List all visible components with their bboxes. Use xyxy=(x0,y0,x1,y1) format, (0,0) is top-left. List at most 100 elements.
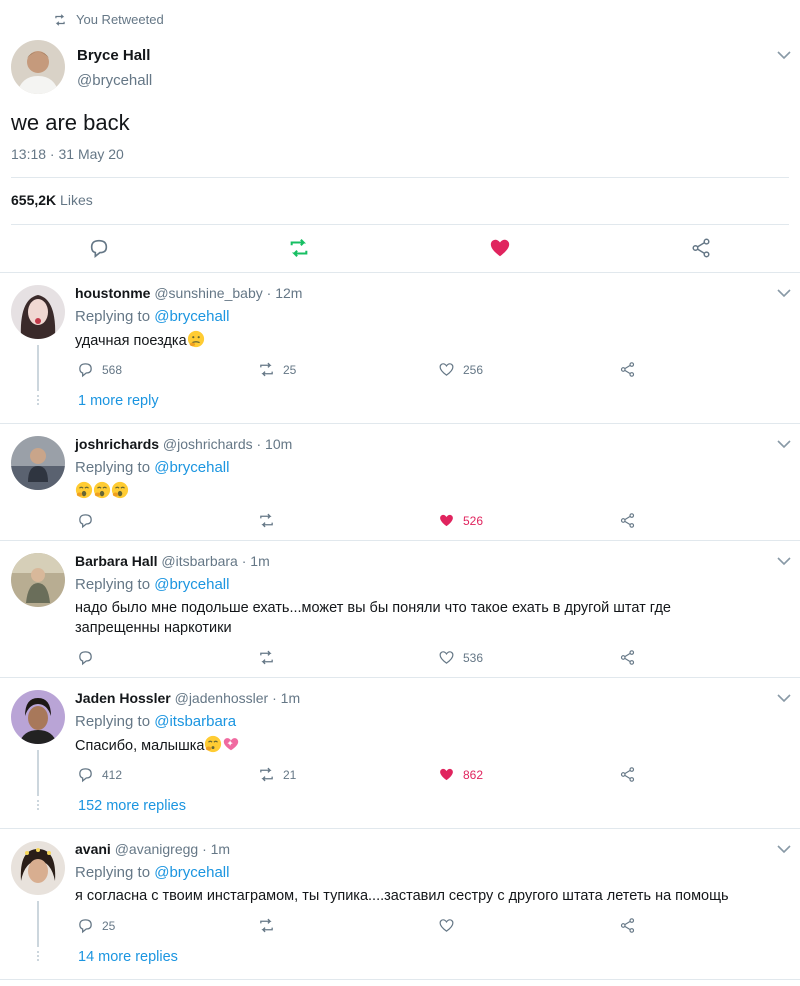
reply-text: надо было мне подольше ехать...может вы … xyxy=(75,600,671,636)
more-replies-link[interactable]: 1 more reply xyxy=(78,393,159,409)
share-icon[interactable] xyxy=(690,237,712,259)
reply-time: · 10m xyxy=(256,436,293,452)
mention-link[interactable]: @brycehall xyxy=(154,459,229,476)
replying-to-label: Replying to xyxy=(75,576,151,593)
mention-link[interactable]: @brycehall xyxy=(154,864,229,881)
reply-button[interactable] xyxy=(77,512,102,529)
retweet-button[interactable] xyxy=(258,512,283,529)
reply-button[interactable] xyxy=(77,649,102,666)
reply-author-handle[interactable]: @sunshine_baby xyxy=(154,285,262,301)
more-replies-link[interactable]: 14 more replies xyxy=(78,949,178,965)
reply-actions: 25 xyxy=(0,917,800,937)
like-button[interactable]: 862 xyxy=(438,766,483,783)
like-count: 862 xyxy=(463,767,484,782)
mention-link[interactable]: @brycehall xyxy=(154,308,229,325)
avatar[interactable] xyxy=(11,553,65,607)
retweet-count: 21 xyxy=(283,767,297,782)
heart-filled-icon xyxy=(440,768,453,781)
reply-header: Jaden Hossler @jadenhossler · 1m xyxy=(75,690,300,706)
like-button[interactable]: 536 xyxy=(438,649,483,666)
replying-to: Replying to @brycehall xyxy=(75,576,229,593)
heart-filled-icon[interactable] xyxy=(489,237,511,259)
reply-header: houstonme @sunshine_baby · 12m xyxy=(75,285,302,301)
reply-tweet[interactable]: Jaden Hossler @jadenhossler · 1m Replyin… xyxy=(0,678,800,829)
author-name[interactable]: Bryce Hall xyxy=(77,47,150,64)
avatar[interactable] xyxy=(11,841,65,895)
mention-link[interactable]: @itsbarbara xyxy=(154,713,236,730)
reply-button[interactable]: 25 xyxy=(77,917,115,934)
like-button[interactable]: 256 xyxy=(438,361,483,378)
reply-count: 412 xyxy=(102,767,123,782)
share-button[interactable] xyxy=(619,361,644,378)
share-button[interactable] xyxy=(619,766,644,783)
reply-button[interactable]: 412 xyxy=(77,766,122,783)
share-icon xyxy=(620,362,635,377)
reply-author-handle[interactable]: @avanigregg xyxy=(115,841,199,857)
avatar[interactable] xyxy=(11,285,65,339)
share-button[interactable] xyxy=(619,917,644,934)
reply-author-name[interactable]: avani xyxy=(75,841,111,857)
avatar[interactable] xyxy=(11,40,65,94)
chevron-down-icon[interactable] xyxy=(777,288,791,298)
share-button[interactable] xyxy=(619,649,644,666)
like-button[interactable]: 526 xyxy=(438,512,483,529)
yawning-face-emoji xyxy=(75,481,93,499)
main-tweet[interactable]: You Retweeted Bryce Hall @brycehall we a… xyxy=(0,0,800,272)
replying-to: Replying to @brycehall xyxy=(75,459,229,476)
avatar[interactable] xyxy=(11,690,65,744)
share-icon xyxy=(620,918,635,933)
replying-to: Replying to @itsbarbara xyxy=(75,713,236,730)
likes-label: Likes xyxy=(60,192,93,208)
thread-dots xyxy=(36,800,40,812)
reply-author-name[interactable]: Barbara Hall xyxy=(75,553,157,569)
retweet-icon xyxy=(55,13,65,26)
heart-icon xyxy=(439,363,454,376)
reply-icon[interactable] xyxy=(88,237,110,259)
kissing-face-emoji xyxy=(205,735,222,753)
reply-author-name[interactable]: houstonme xyxy=(75,285,150,301)
chevron-down-icon[interactable] xyxy=(777,439,791,449)
reply-tweet[interactable]: joshrichards @joshrichards · 10m Replyin… xyxy=(0,424,800,541)
replying-to-label: Replying to xyxy=(75,864,151,881)
yawning-face-emoji xyxy=(93,481,111,499)
more-replies-link[interactable]: 152 more replies xyxy=(78,798,186,814)
reply-author-handle[interactable]: @jadenhossler xyxy=(175,690,269,706)
reply-tweet[interactable]: avani @avanigregg · 1m Replying to @bryc… xyxy=(0,829,800,980)
reply-tweet[interactable]: houstonme @sunshine_baby · 12m Replying … xyxy=(0,273,800,424)
reply-author-handle[interactable]: @joshrichards xyxy=(163,436,253,452)
like-button[interactable] xyxy=(438,917,463,934)
chevron-down-icon[interactable] xyxy=(777,693,791,703)
reply-text: Спасибо, малышка xyxy=(75,735,775,756)
chevron-down-icon[interactable] xyxy=(777,844,791,854)
reply-icon xyxy=(79,919,92,934)
reply-author-name[interactable]: Jaden Hossler xyxy=(75,690,171,706)
divider xyxy=(11,177,789,178)
reply-actions: 412 21 862 xyxy=(0,766,800,786)
replying-to-label: Replying to xyxy=(75,713,151,730)
retweet-icon xyxy=(260,513,273,528)
reply-button[interactable]: 568 xyxy=(77,361,122,378)
reply-icon xyxy=(79,768,92,783)
divider xyxy=(11,224,789,225)
reply-count: 25 xyxy=(102,918,116,933)
retweet-icon xyxy=(260,767,273,782)
avatar[interactable] xyxy=(11,436,65,490)
retweet-button[interactable] xyxy=(258,649,283,666)
chevron-down-icon[interactable] xyxy=(777,50,791,60)
share-icon xyxy=(620,650,635,665)
retweet-icon[interactable] xyxy=(288,237,310,259)
retweet-button[interactable] xyxy=(258,917,283,934)
reply-author-handle[interactable]: @itsbarbara xyxy=(161,553,237,569)
tweet-timestamp[interactable]: 13:18 · 31 May 20 xyxy=(11,146,124,162)
retweet-count: 25 xyxy=(283,362,297,377)
retweet-button[interactable]: 25 xyxy=(258,361,296,378)
chevron-down-icon[interactable] xyxy=(777,556,791,566)
reply-header: Barbara Hall @itsbarbara · 1m xyxy=(75,553,270,569)
reply-author-name[interactable]: joshrichards xyxy=(75,436,159,452)
mention-link[interactable]: @brycehall xyxy=(154,576,229,593)
likes-stat[interactable]: 655,2K Likes xyxy=(11,192,93,208)
reply-tweet[interactable]: Barbara Hall @itsbarbara · 1m Replying t… xyxy=(0,541,800,678)
author-handle[interactable]: @brycehall xyxy=(77,72,152,89)
share-button[interactable] xyxy=(619,512,644,529)
retweet-button[interactable]: 21 xyxy=(258,766,296,783)
